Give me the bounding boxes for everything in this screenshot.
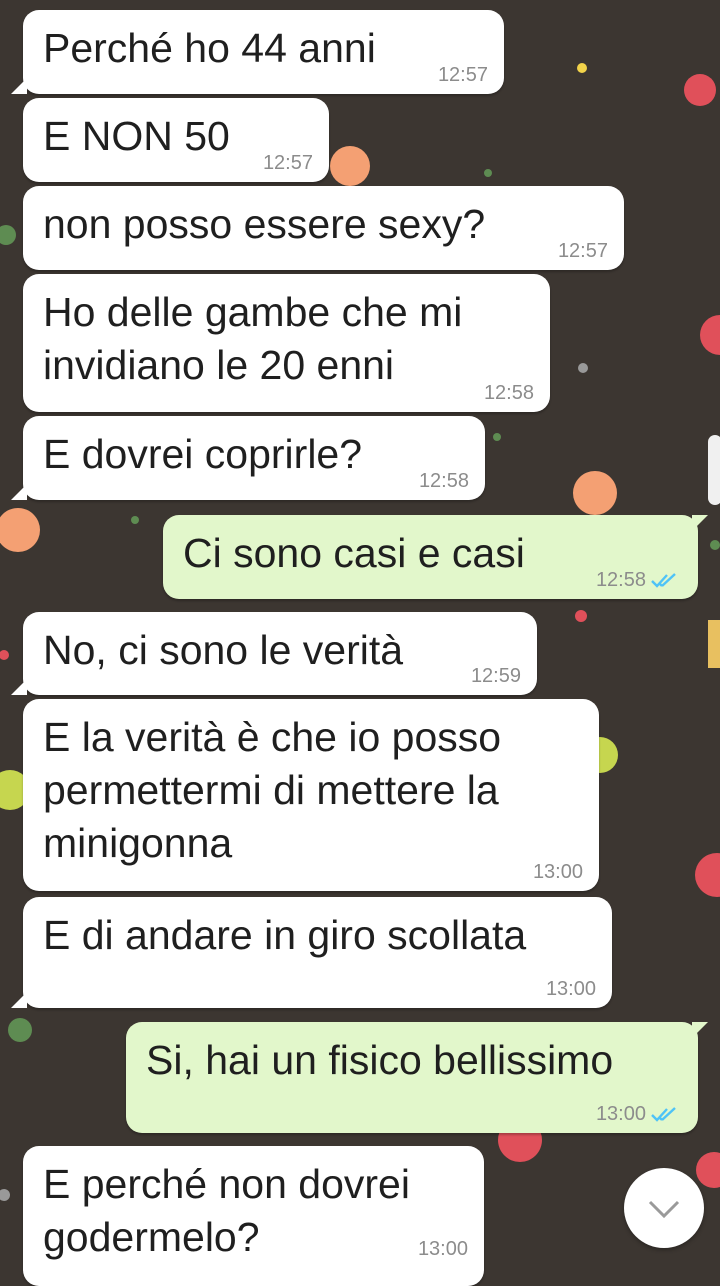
message-text-line: Ho delle gambe che mi [43, 289, 463, 335]
message-text-line: E perché non dovrei [43, 1161, 410, 1207]
message-text: Perché ho 44 anni [43, 25, 376, 71]
message-bubble-incoming[interactable]: Perché ho 44 anni 12:57 [11, 10, 504, 94]
message-bubble-incoming[interactable]: No, ci sono le verità 12:59 [11, 612, 537, 695]
message-text-line: minigonna [43, 820, 233, 866]
message-time: 13:00 [417, 1238, 468, 1260]
message-time: 13:00 [545, 978, 596, 1000]
message-bubble-incoming[interactable]: E la verità è che io posso permettermi d… [23, 699, 599, 891]
message-text: E dovrei coprirle? [43, 431, 363, 477]
message-time: 12:58 [483, 382, 534, 404]
scroll-to-bottom-button[interactable] [624, 1168, 704, 1248]
message-time: 12:59 [470, 665, 521, 687]
double-check-icon [651, 1107, 676, 1122]
message-bubble-outgoing[interactable]: Si, hai un fisico bellissimo 13:00 [126, 1022, 708, 1133]
message-bubble-incoming[interactable]: E dovrei coprirle? 12:58 [11, 416, 485, 500]
message-bubble-incoming[interactable]: Ho delle gambe che mi invidiano le 20 en… [23, 274, 550, 412]
message-time: 12:58 [595, 569, 646, 591]
message-time: 12:58 [418, 470, 469, 492]
message-time: 12:57 [262, 152, 313, 174]
message-meta: 13:00 [596, 1103, 682, 1125]
message-bubble-outgoing[interactable]: Ci sono casi e casi 12:58 [163, 515, 708, 599]
message-text: No, ci sono le verità [43, 627, 404, 673]
message-text-line: godermelo? [43, 1214, 260, 1260]
message-text: non posso essere sexy? [43, 201, 486, 247]
message-bubble-incoming[interactable]: E NON 50 12:57 [23, 98, 329, 182]
message-bubble-incoming[interactable]: E di andare in giro scollata 13:00 [11, 897, 612, 1008]
message-meta: 12:58 [596, 569, 682, 591]
double-check-icon [651, 573, 676, 588]
message-time: 13:00 [532, 861, 583, 883]
message-time: 13:00 [595, 1103, 646, 1125]
message-text-line: permettermi di mettere la [43, 767, 499, 813]
message-text-line: invidiano le 20 enni [43, 342, 395, 388]
message-text-line: E la verità è che io posso [43, 714, 502, 760]
message-time: 12:57 [557, 240, 608, 262]
message-bubble-incoming[interactable]: E perché non dovrei godermelo? 13:00 [23, 1146, 484, 1286]
message-text: E di andare in giro scollata [43, 912, 527, 958]
message-time: 12:57 [437, 64, 488, 86]
message-bubble-incoming[interactable]: non posso essere sexy? 12:57 [23, 186, 624, 270]
message-text: Si, hai un fisico bellissimo [146, 1037, 614, 1083]
chevron-down-icon [648, 1200, 680, 1219]
